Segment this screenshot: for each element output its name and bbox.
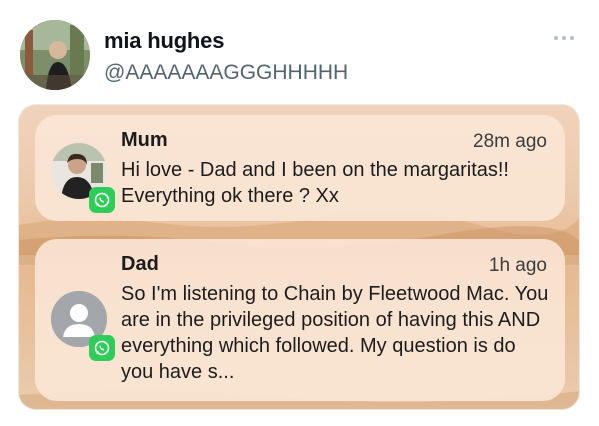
notification-mum[interactable]: Mum 28m ago Hi love - Dad and I been on … [35, 115, 565, 221]
more-options-icon[interactable] [554, 32, 578, 44]
notification-message: So I'm listening to Chain by Fleetwood M… [121, 283, 549, 383]
whatsapp-icon [89, 187, 115, 213]
notification-message: Hi love - Dad and I been on the margarit… [121, 159, 509, 207]
author-handle[interactable]: @AAAAAAAGGGHHHHH [104, 61, 348, 85]
notification-time: 1h ago [488, 255, 547, 276]
notification-dad[interactable]: Dad 1h ago So I'm listening to Chain by … [35, 239, 565, 401]
notification-sender: Mum [121, 129, 168, 151]
notification-sender: Dad [121, 253, 159, 275]
author-avatar[interactable] [20, 20, 90, 90]
tweet-image[interactable]: Mum 28m ago Hi love - Dad and I been on … [18, 104, 580, 410]
notification-time: 28m ago [473, 131, 547, 152]
whatsapp-icon [89, 335, 115, 361]
author-name[interactable]: mia hughes [104, 28, 224, 54]
